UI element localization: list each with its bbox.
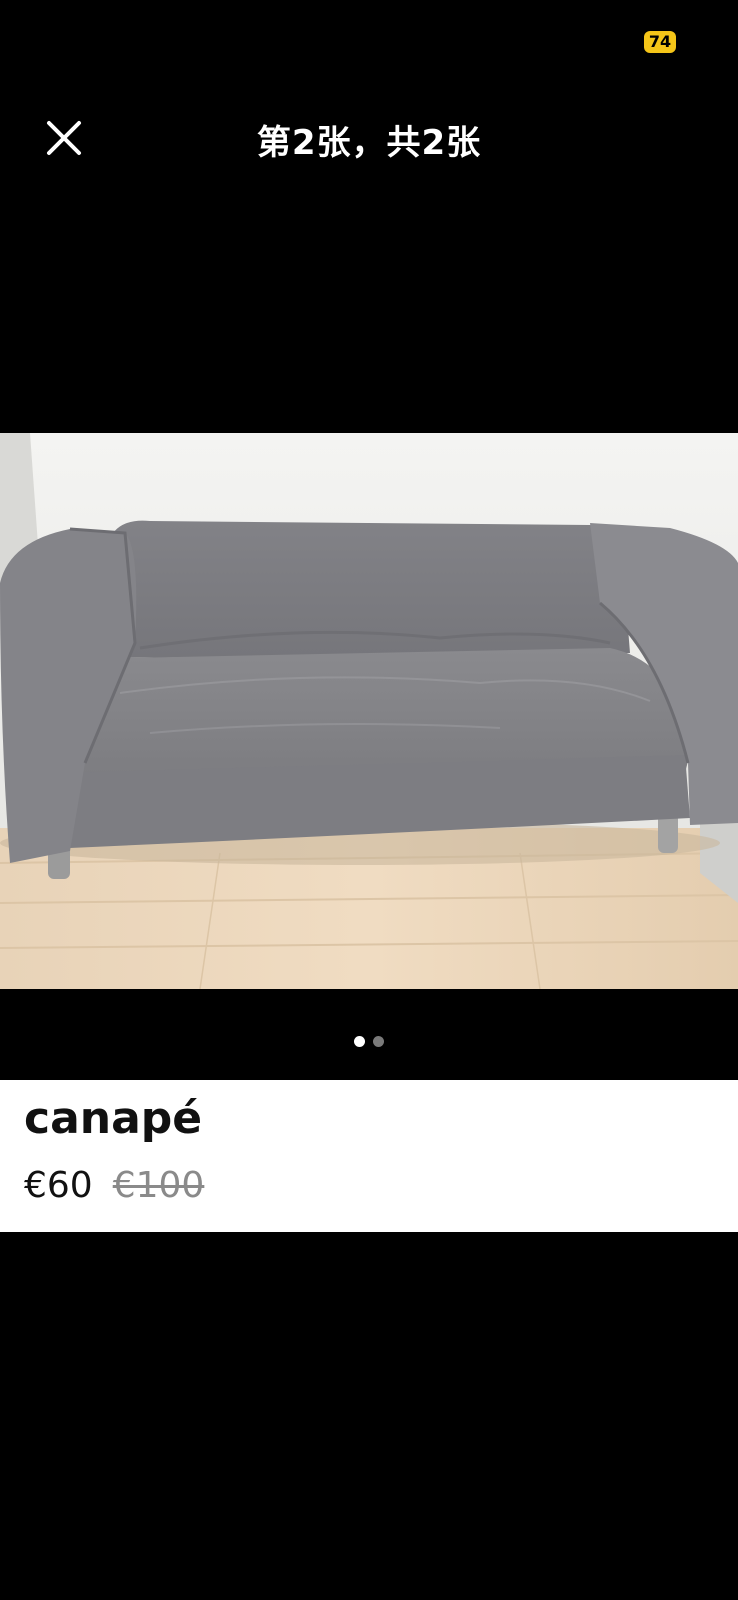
viewer-title: 第2张，共2张 — [256, 123, 482, 163]
image-viewer-screen: 74 第2张，共2张 canapé €60 €100 — [0, 0, 738, 1600]
page-indicator — [0, 1036, 738, 1050]
sofa-image — [0, 433, 738, 989]
original-price: €100 — [112, 1165, 205, 1206]
price-row: €60 €100 — [24, 1162, 204, 1210]
battery-badge: 74 — [644, 31, 676, 53]
current-price: €60 — [24, 1165, 93, 1206]
listing-info-card[interactable]: canapé €60 €100 — [0, 1080, 738, 1232]
listing-title: canapé — [24, 1093, 203, 1144]
page-dot-1[interactable] — [354, 1036, 365, 1047]
sofa-photo[interactable] — [0, 433, 738, 989]
page-dot-2[interactable] — [373, 1036, 384, 1047]
